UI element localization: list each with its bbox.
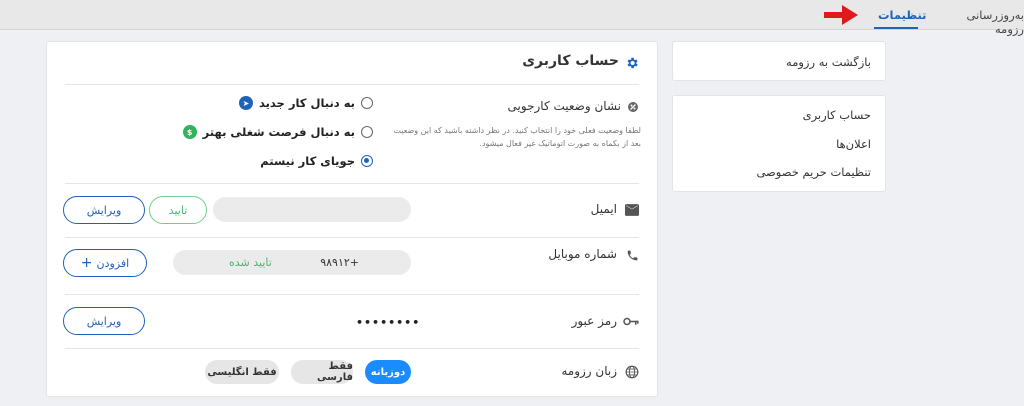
divider bbox=[65, 294, 639, 295]
globe-icon bbox=[625, 365, 639, 379]
settings-sidebar: حساب کاربری اعلان‌ها تنظیمات حریم خصوصی bbox=[672, 95, 886, 192]
mail-icon bbox=[625, 204, 639, 216]
edit-password-button[interactable]: ویرایش bbox=[63, 307, 145, 335]
sidebar-item-account[interactable]: حساب کاربری bbox=[803, 108, 871, 122]
status-option-label: به دنبال کار جدید bbox=[258, 96, 355, 110]
add-mobile-button[interactable]: افزودن + bbox=[63, 249, 147, 277]
tab-settings[interactable]: تنظیمات bbox=[878, 8, 927, 22]
active-tab-indicator bbox=[874, 27, 918, 29]
phone-icon bbox=[627, 250, 638, 261]
back-to-resume-card: بازگشت به رزومه bbox=[672, 41, 886, 81]
divider bbox=[65, 348, 639, 349]
divider bbox=[65, 237, 639, 238]
dollar-icon: $ bbox=[182, 125, 197, 139]
rocket-icon: ➤ bbox=[238, 96, 253, 110]
status-option-label: جویای کار نیستم bbox=[260, 154, 355, 168]
divider bbox=[65, 84, 639, 85]
status-badge-icon bbox=[628, 102, 638, 112]
password-masked: •••••••• bbox=[356, 316, 421, 329]
account-settings-card: حساب کاربری نشان وضعیت کارجویی لطفا وضعی… bbox=[46, 41, 658, 397]
radio-button-selected[interactable] bbox=[361, 155, 373, 167]
language-option-bilingual[interactable]: دوزبانه bbox=[365, 360, 411, 384]
red-arrow-icon bbox=[824, 5, 858, 25]
plus-icon: + bbox=[80, 255, 93, 271]
status-label: نشان وضعیت کارجویی bbox=[507, 99, 621, 113]
sidebar-item-notifications[interactable]: اعلان‌ها bbox=[836, 137, 871, 151]
divider bbox=[65, 183, 639, 184]
mobile-field[interactable]: +۹۸۹۱۲ تایید شده bbox=[173, 250, 411, 275]
status-option-better-job[interactable]: به دنبال فرصت شغلی بهتر $ bbox=[182, 125, 373, 139]
radio-button[interactable] bbox=[361, 97, 373, 109]
status-option-not-looking[interactable]: جویای کار نیستم bbox=[260, 154, 373, 168]
resume-language-label: زبان رزومه bbox=[561, 364, 617, 378]
status-option-label: به دنبال فرصت شغلی بهتر bbox=[202, 125, 355, 139]
status-option-new-job[interactable]: به دنبال کار جدید ➤ bbox=[238, 96, 373, 110]
radio-button[interactable] bbox=[361, 126, 373, 138]
mobile-label: شماره موبایل bbox=[548, 247, 617, 261]
language-option-farsi-only[interactable]: فقط فارسی bbox=[291, 360, 353, 384]
language-option-english-only[interactable]: فقط انگلیسی bbox=[205, 360, 279, 384]
password-label: رمز عبور bbox=[571, 314, 617, 328]
email-field[interactable] bbox=[213, 197, 411, 222]
edit-email-button[interactable]: ویرایش bbox=[63, 196, 145, 224]
status-hint: لطفا وضعیت فعلی خود را انتخاب کنید. در ن… bbox=[393, 126, 641, 148]
mobile-number: +۹۸۹۱۲ bbox=[320, 256, 359, 269]
gear-icon bbox=[627, 57, 638, 69]
page-title: حساب کاربری bbox=[522, 53, 619, 69]
sidebar-item-privacy[interactable]: تنظیمات حریم خصوصی bbox=[756, 165, 871, 179]
key-icon bbox=[623, 317, 639, 326]
email-label: ایمیل bbox=[590, 202, 617, 216]
back-to-resume-link[interactable]: بازگشت به رزومه bbox=[786, 55, 871, 69]
mobile-verified-status: تایید شده bbox=[229, 256, 272, 269]
top-navbar: تنظیمات به‌روزرسانی رزومه bbox=[0, 0, 1024, 36]
add-mobile-label: افزودن bbox=[96, 256, 130, 270]
tab-resume-update[interactable]: به‌روزرسانی رزومه bbox=[935, 8, 1024, 36]
verify-email-button[interactable]: تایید bbox=[149, 196, 207, 224]
